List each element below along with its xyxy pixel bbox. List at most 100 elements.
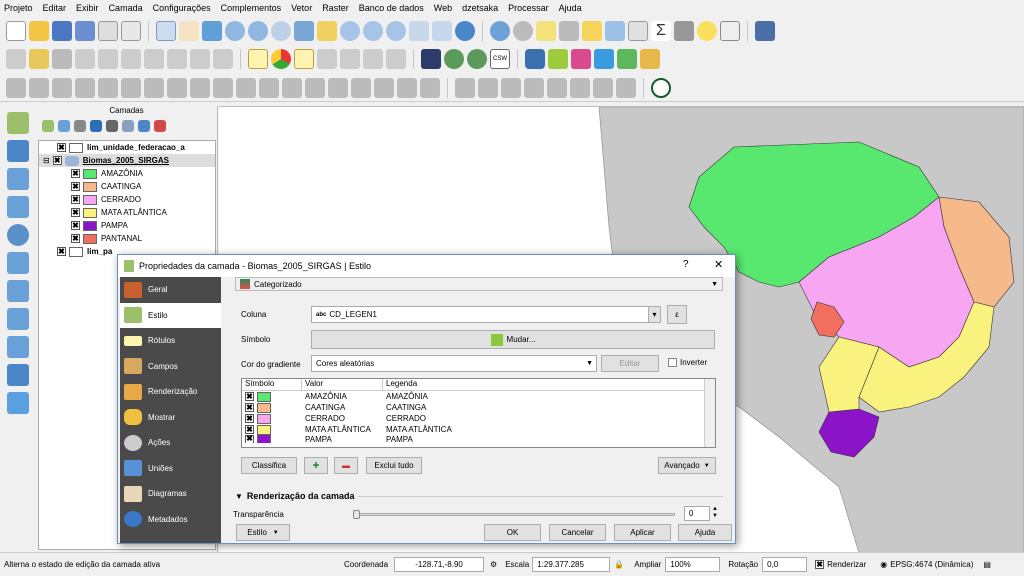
delete-part-icon[interactable] bbox=[236, 77, 256, 98]
header-value[interactable]: Valor bbox=[302, 379, 383, 390]
add-group-icon[interactable] bbox=[58, 120, 70, 132]
raster-stretch-icon[interactable] bbox=[455, 77, 475, 98]
row-swatch[interactable] bbox=[257, 402, 271, 413]
apply-button[interactable]: Aplicar bbox=[614, 524, 671, 541]
help-icon[interactable] bbox=[755, 21, 775, 41]
collapse-all-icon[interactable] bbox=[138, 120, 150, 132]
filter-icon[interactable] bbox=[90, 120, 102, 132]
nav-unioes[interactable]: Uniões bbox=[120, 456, 221, 482]
reshape-icon[interactable] bbox=[259, 77, 279, 98]
merge-features-icon[interactable] bbox=[351, 77, 371, 98]
coordinate-field[interactable]: -128.71,-8.90 bbox=[394, 557, 485, 572]
python-icon[interactable] bbox=[525, 49, 545, 69]
delete-all-button[interactable]: Exclui tudo bbox=[366, 457, 422, 474]
column-field[interactable]: abc CD_LEGEN1 bbox=[311, 306, 661, 323]
change-label-icon[interactable] bbox=[386, 49, 406, 69]
nav-renderizacao[interactable]: Renderização bbox=[120, 379, 221, 405]
save-edits-icon[interactable] bbox=[52, 49, 72, 69]
menu-editar[interactable]: Editar bbox=[43, 3, 67, 13]
table-row[interactable]: ✖ PAMPA PAMPA bbox=[242, 435, 715, 443]
table-scrollbar[interactable] bbox=[704, 379, 715, 447]
menu-ajuda[interactable]: Ajuda bbox=[559, 3, 582, 13]
undo-icon[interactable] bbox=[52, 77, 72, 98]
layer-row-biomas[interactable]: ⊟ ✖ Biomas_2005_SIRGAS bbox=[39, 154, 215, 167]
classify-button[interactable]: Classifica bbox=[241, 457, 297, 474]
select-features-icon[interactable] bbox=[536, 21, 556, 41]
label-abc-icon[interactable] bbox=[248, 49, 268, 69]
layer-checkbox[interactable]: ✖ bbox=[57, 247, 66, 256]
layer-row-uf[interactable]: ✖ lim_unidade_federacao_a bbox=[39, 141, 215, 154]
column-dropdown-button[interactable]: ▾ bbox=[648, 306, 661, 323]
zoom-out-icon[interactable] bbox=[248, 21, 268, 41]
zoom-native-icon[interactable] bbox=[271, 21, 291, 41]
add-feature-icon[interactable] bbox=[75, 49, 95, 69]
expression-icon[interactable]: ε bbox=[667, 305, 687, 324]
class-checkbox[interactable]: ✖ bbox=[71, 234, 80, 243]
layer-labeling-icon[interactable] bbox=[271, 49, 291, 69]
attribute-table-icon[interactable] bbox=[605, 21, 625, 41]
row-checkbox[interactable]: ✖ bbox=[245, 425, 254, 434]
new-map-view-icon[interactable] bbox=[409, 21, 429, 41]
edit-ramp-button[interactable]: Editar bbox=[601, 355, 659, 372]
select-cursor-icon[interactable] bbox=[156, 21, 176, 41]
lock-icon[interactable]: 🔒 bbox=[614, 560, 624, 569]
renderer-select[interactable]: Categorizado ▼ bbox=[235, 277, 723, 291]
zoom-last-icon[interactable] bbox=[363, 21, 383, 41]
raster-contrast-icon[interactable] bbox=[570, 77, 590, 98]
raster-brightness-icon[interactable] bbox=[547, 77, 567, 98]
raster-full-icon[interactable] bbox=[501, 77, 521, 98]
zoom-field[interactable]: 100% bbox=[665, 557, 721, 572]
save-as-icon[interactable] bbox=[75, 21, 95, 41]
add-part-icon[interactable] bbox=[167, 77, 187, 98]
node-tool-icon[interactable] bbox=[121, 49, 141, 69]
zoom-in-icon[interactable] bbox=[225, 21, 245, 41]
plugin-layer-icon[interactable] bbox=[421, 49, 441, 69]
eye-icon[interactable] bbox=[74, 120, 86, 132]
globe-wfs-icon[interactable] bbox=[467, 49, 487, 69]
delete-selected-icon[interactable] bbox=[144, 49, 164, 69]
nav-geral[interactable]: Geral bbox=[120, 277, 221, 303]
advanced-button[interactable]: Avançado ▼ bbox=[658, 457, 716, 474]
ok-button[interactable]: OK bbox=[484, 524, 541, 541]
menu-camada[interactable]: Camada bbox=[109, 3, 143, 13]
add-raster-layer-icon[interactable] bbox=[7, 140, 29, 162]
csw-icon[interactable]: CSW bbox=[490, 49, 510, 69]
menu-exibir[interactable]: Exibir bbox=[76, 3, 99, 13]
pan-hand-icon[interactable] bbox=[179, 21, 199, 41]
raster-local-icon[interactable] bbox=[478, 77, 498, 98]
offset-point-icon[interactable] bbox=[420, 77, 440, 98]
help-title-button[interactable]: ? bbox=[683, 259, 689, 270]
plugin-pink-icon[interactable] bbox=[571, 49, 591, 69]
change-symbol-button[interactable]: Mudar... bbox=[311, 330, 715, 349]
class-row[interactable]: ✖ PAMPA bbox=[39, 219, 215, 232]
plugin-folder-icon[interactable] bbox=[640, 49, 660, 69]
composer-manager-icon[interactable] bbox=[121, 21, 141, 41]
map-tips-icon[interactable] bbox=[697, 21, 717, 41]
current-edits-icon[interactable] bbox=[6, 49, 26, 69]
zoom-layer-icon[interactable] bbox=[340, 21, 360, 41]
globe-wms-icon[interactable] bbox=[444, 49, 464, 69]
collapse-icon[interactable]: ⊟ bbox=[43, 156, 50, 165]
plugin-green-icon[interactable] bbox=[548, 49, 568, 69]
table-row[interactable]: ✖ MATA ATLÂNTICA MATA ATLÂNTICA bbox=[242, 424, 715, 435]
zoom-next-icon[interactable] bbox=[386, 21, 406, 41]
class-checkbox[interactable]: ✖ bbox=[71, 221, 80, 230]
advanced-digitizing-icon[interactable] bbox=[6, 77, 26, 98]
plugin-blue-icon[interactable] bbox=[594, 49, 614, 69]
header-legend[interactable]: Legenda bbox=[383, 379, 703, 390]
add-class-icon[interactable]: ✚ bbox=[304, 457, 328, 474]
add-spatialite-icon[interactable] bbox=[7, 252, 29, 274]
expression-filter-icon[interactable] bbox=[106, 120, 118, 132]
row-checkbox[interactable]: ✖ bbox=[245, 392, 254, 401]
nav-estilo[interactable]: Estilo bbox=[120, 302, 221, 328]
show-labels-icon[interactable] bbox=[317, 49, 337, 69]
print-composer-icon[interactable] bbox=[98, 21, 118, 41]
remove-layer-icon[interactable] bbox=[154, 120, 166, 132]
transparency-slider[interactable] bbox=[353, 510, 675, 519]
class-checkbox[interactable]: ✖ bbox=[71, 169, 80, 178]
split-features-icon[interactable] bbox=[305, 77, 325, 98]
add-wms-icon[interactable] bbox=[7, 224, 29, 246]
raster-more-icon[interactable] bbox=[593, 77, 613, 98]
class-row[interactable]: ✖ AMAZÔNIA bbox=[39, 167, 215, 180]
open-project-icon[interactable] bbox=[29, 21, 49, 41]
